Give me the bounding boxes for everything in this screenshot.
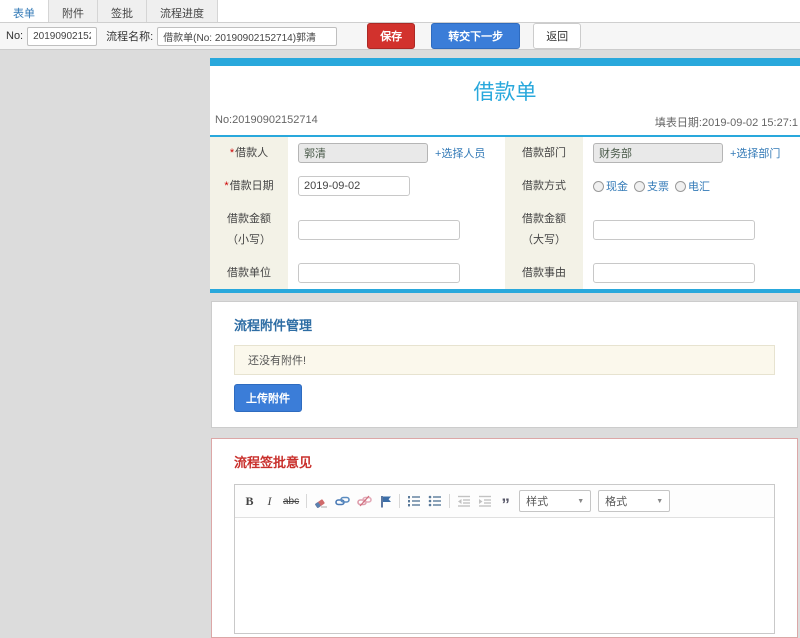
bold-icon[interactable]: B [243, 494, 256, 509]
bullet-list-icon[interactable] [428, 495, 442, 507]
loan-unit-input[interactable] [298, 263, 460, 283]
anchor-flag-icon[interactable] [379, 495, 392, 508]
loan-reason-label-cell: 借款事由 [505, 257, 583, 290]
amount-small-label-cell: 借款金额（小写） [210, 203, 288, 257]
approval-card: 流程签批意见 B I abc [211, 438, 798, 638]
tab-bar: 表单 附件 签批 流程进度 [0, 0, 800, 23]
tab-approval[interactable]: 签批 [98, 0, 147, 22]
select-person-link[interactable]: +选择人员 [435, 145, 485, 161]
form-date-text: 填表日期:2019-09-02 15:27:1 [655, 114, 798, 130]
no-attachments-alert: 还没有附件! [234, 345, 775, 375]
required-mark: * [224, 180, 228, 192]
action-toolbar: No: 流程名称: 保存 转交下一步 返回 [0, 23, 800, 50]
borrower-label-cell: *借款人 [210, 137, 288, 170]
loan-method-radios: 现金 支票 电汇 [583, 170, 800, 203]
amount-big-input[interactable] [593, 220, 755, 240]
format-dropdown[interactable]: 格式▼ [598, 490, 670, 512]
select-department-link[interactable]: +选择部门 [730, 145, 780, 161]
radio-wire[interactable]: 电汇 [675, 178, 710, 194]
toolbar-divider [306, 494, 307, 508]
styles-dropdown[interactable]: 样式▼ [519, 490, 591, 512]
loan-date-input[interactable] [298, 176, 410, 196]
loan-reason-input[interactable] [593, 263, 755, 283]
strikethrough-icon[interactable]: abc [283, 496, 299, 507]
radio-icon [634, 181, 645, 192]
approval-title: 流程签批意见 [234, 452, 775, 471]
rich-text-editor: B I abc [234, 484, 775, 634]
upload-attachment-button[interactable]: 上传附件 [234, 384, 302, 412]
indent-icon[interactable] [478, 495, 492, 507]
attachments-title: 流程附件管理 [234, 315, 775, 334]
tab-progress[interactable]: 流程进度 [147, 0, 218, 22]
editor-content-area[interactable] [235, 518, 774, 628]
main-content: 借款单 No:20190902152714 填表日期:2019-09-02 15… [0, 51, 800, 453]
form-no-text: No:20190902152714 [215, 114, 318, 130]
next-step-button[interactable]: 转交下一步 [431, 23, 520, 49]
tab-attachments[interactable]: 附件 [49, 0, 98, 22]
header-accent-bar [210, 58, 800, 66]
outdent-icon[interactable] [457, 495, 471, 507]
link-icon[interactable] [335, 495, 350, 507]
chevron-down-icon: ▼ [656, 498, 663, 505]
no-label: No: [6, 30, 23, 42]
loan-unit-label-cell: 借款单位 [210, 257, 288, 290]
footer-accent-bar [210, 289, 800, 293]
department-label-cell: 借款部门 [505, 137, 583, 170]
loan-date-label-cell: *借款日期 [210, 170, 288, 203]
numbered-list-icon[interactable] [407, 495, 421, 507]
amount-small-input[interactable] [298, 220, 460, 240]
department-input[interactable] [593, 143, 723, 163]
radio-cash[interactable]: 现金 [593, 178, 628, 194]
radio-icon [675, 181, 686, 192]
loan-form-grid: *借款人 +选择人员 借款部门 +选择部门 *借款日期 [210, 137, 800, 289]
process-name-input[interactable] [157, 27, 337, 46]
attachments-card: 流程附件管理 还没有附件! 上传附件 [211, 301, 798, 428]
remove-format-icon[interactable] [314, 495, 328, 508]
process-name-label: 流程名称: [106, 28, 153, 44]
toolbar-divider [449, 494, 450, 508]
borrower-input[interactable] [298, 143, 428, 163]
italic-icon[interactable]: I [263, 494, 276, 509]
unlink-icon[interactable] [357, 495, 372, 507]
no-input[interactable] [27, 27, 97, 46]
radio-icon [593, 181, 604, 192]
tab-form[interactable]: 表单 [0, 0, 49, 22]
loan-method-label-cell: 借款方式 [505, 170, 583, 203]
save-button[interactable]: 保存 [367, 23, 415, 49]
amount-big-label-cell: 借款金额（大写） [505, 203, 583, 257]
radio-check[interactable]: 支票 [634, 178, 669, 194]
toolbar-divider [399, 494, 400, 508]
loan-form-section: 借款单 No:20190902152714 填表日期:2019-09-02 15… [210, 58, 800, 293]
blockquote-icon[interactable]: ” [499, 493, 512, 509]
editor-toolbar: B I abc [235, 485, 774, 518]
back-button[interactable]: 返回 [533, 23, 581, 49]
chevron-down-icon: ▼ [577, 498, 584, 505]
page-title: 借款单 [210, 66, 800, 112]
required-mark: * [230, 147, 234, 159]
